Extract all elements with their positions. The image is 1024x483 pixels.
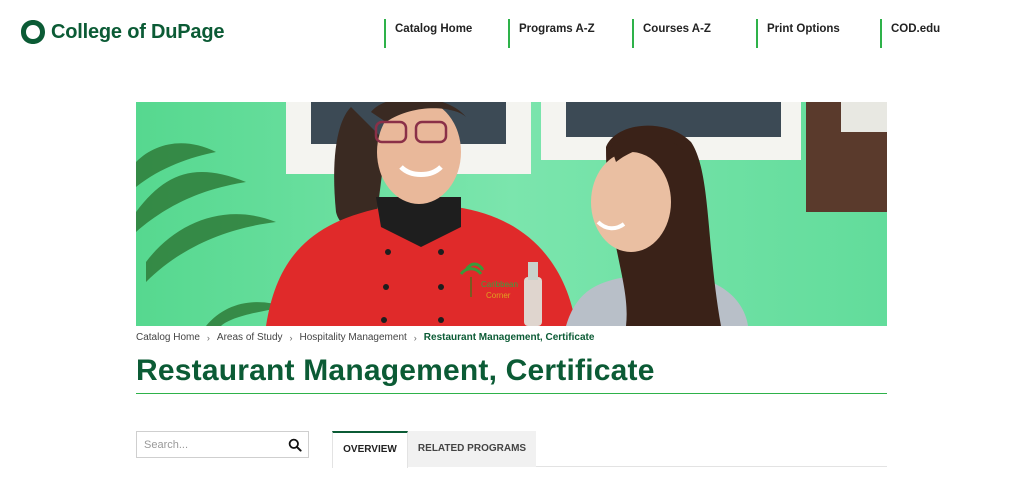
hero-photo: Caribbean Corner [136, 102, 887, 326]
tab-related-programs[interactable]: RELATED PROGRAMS [408, 431, 536, 467]
cod-logo-icon [21, 20, 45, 44]
breadcrumb-catalog-home[interactable]: Catalog Home [136, 332, 200, 343]
search-input[interactable] [137, 432, 282, 457]
svg-text:Caribbean: Caribbean [481, 280, 518, 289]
page-title: Restaurant Management, Certificate [136, 354, 655, 387]
breadcrumb: Catalog Home › Areas of Study › Hospital… [136, 332, 594, 343]
breadcrumb-separator: › [413, 332, 417, 343]
hero-image: Caribbean Corner [136, 102, 887, 326]
college-logo[interactable]: College of DuPage [20, 19, 224, 45]
search-icon[interactable] [288, 438, 302, 452]
title-divider [136, 393, 887, 394]
content-tabs: OVERVIEW RELATED PROGRAMS [332, 431, 887, 468]
nav-courses-a-z[interactable]: Courses A-Z [632, 19, 711, 48]
svg-text:Corner: Corner [486, 291, 511, 300]
breadcrumb-areas-of-study[interactable]: Areas of Study [217, 332, 283, 343]
nav-programs-a-z[interactable]: Programs A-Z [508, 19, 595, 48]
nav-cod-edu[interactable]: COD.edu [880, 19, 940, 48]
nav-print-options[interactable]: Print Options [756, 19, 840, 48]
breadcrumb-hospitality-management[interactable]: Hospitality Management [300, 332, 407, 343]
college-name: College of DuPage [51, 20, 225, 43]
tab-overview[interactable]: OVERVIEW [332, 431, 408, 468]
site-header: College of DuPage Catalog Home Programs … [0, 0, 1024, 62]
search-box [136, 431, 309, 458]
breadcrumb-separator: › [206, 332, 210, 343]
breadcrumb-separator: › [289, 332, 293, 343]
breadcrumb-current: Restaurant Management, Certificate [423, 332, 595, 343]
nav-catalog-home[interactable]: Catalog Home [384, 19, 472, 48]
